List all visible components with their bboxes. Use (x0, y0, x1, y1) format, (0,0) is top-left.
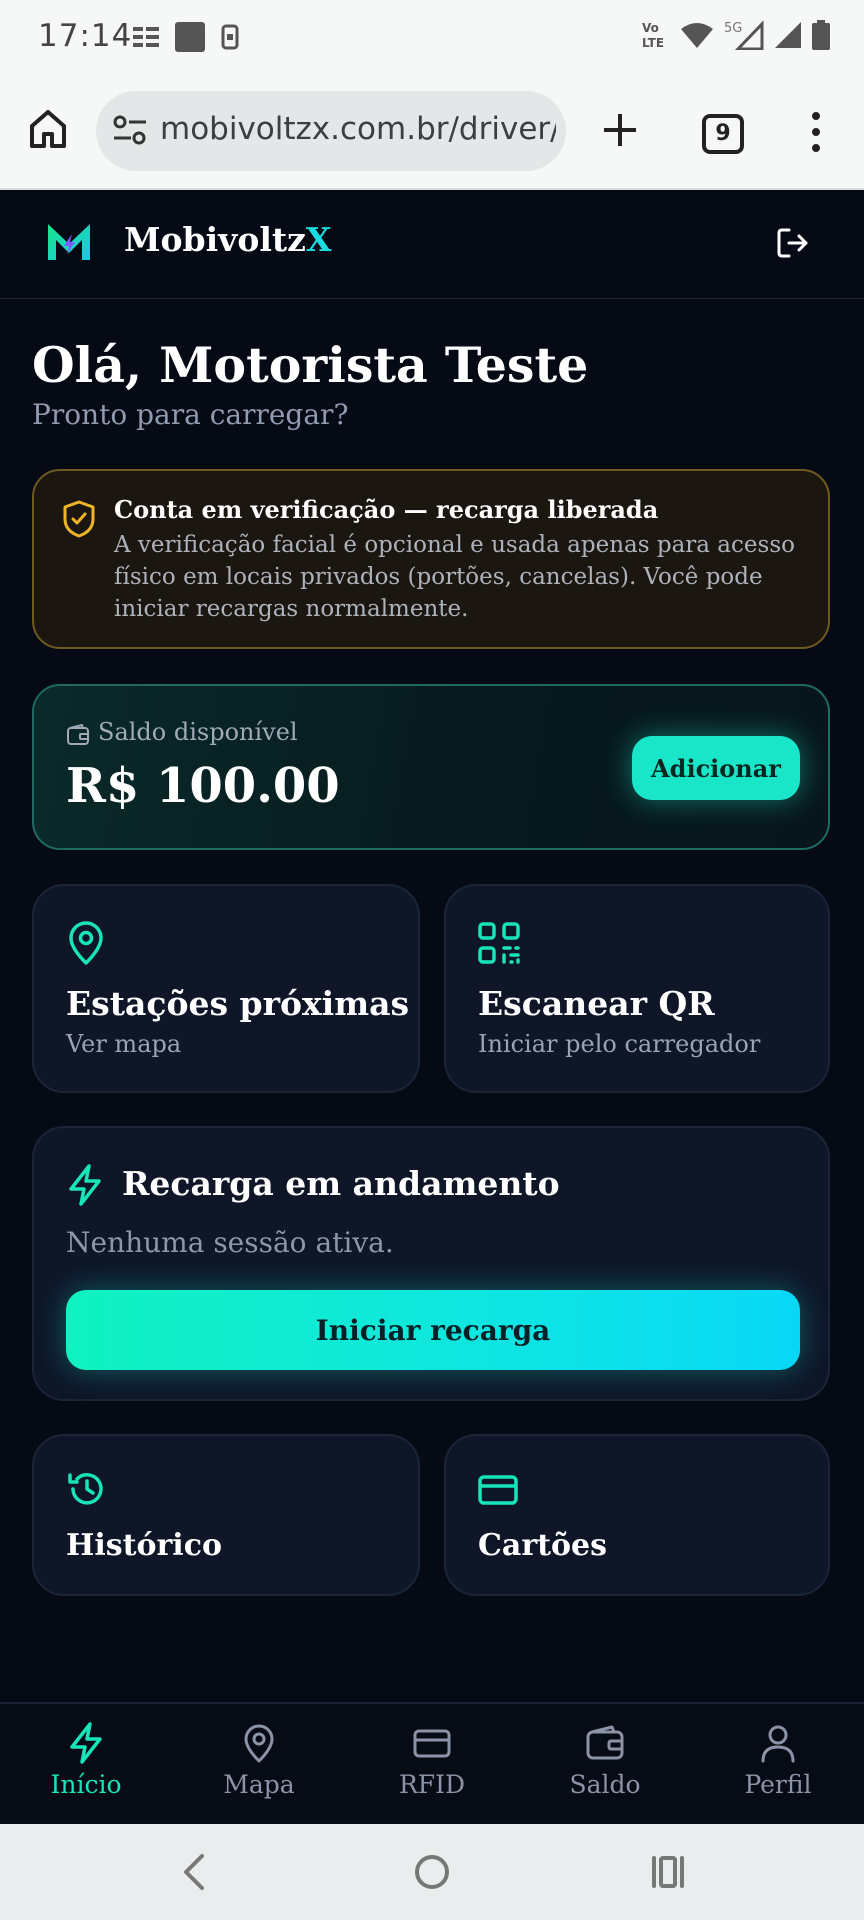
nav-label: Início (50, 1770, 122, 1799)
map-pin-icon (244, 1724, 274, 1763)
phone-device-icon (221, 24, 239, 50)
charging-empty-text: Nenhuma sessão ativa. (66, 1226, 394, 1259)
verification-title: Conta em verificação — recarga liberada (114, 495, 659, 524)
home-icon[interactable] (28, 108, 68, 150)
add-balance-button[interactable]: Adicionar (632, 736, 800, 800)
page-title: Olá, Motorista Teste (32, 336, 589, 394)
nav-label: Saldo (569, 1770, 641, 1799)
credit-card-icon (478, 1475, 518, 1505)
nav-mapa[interactable]: Mapa (189, 1722, 329, 1799)
scan-qr-subtitle: Iniciar pelo carregador (478, 1030, 761, 1058)
verification-notice: Conta em verificação — recarga liberada … (32, 469, 830, 649)
bolt-icon (70, 1722, 102, 1764)
nav-label: Perfil (744, 1770, 812, 1799)
url-text[interactable]: mobivoltzx.com.br/driver/dashboard (160, 111, 556, 147)
verification-text: A verificação facial é opcional e usada … (114, 532, 795, 622)
status-left-icons (133, 22, 239, 52)
image-thumb-icon (175, 22, 205, 52)
logout-icon[interactable] (776, 226, 810, 260)
shield-check-icon (63, 500, 95, 538)
new-tab-icon[interactable] (598, 108, 642, 152)
home-circle-icon[interactable] (412, 1852, 452, 1892)
user-icon (761, 1725, 795, 1763)
scan-qr-title: Escanear QR (478, 984, 715, 1023)
status-bar: 17:14 Vo LTE 5G (0, 0, 864, 74)
nav-saldo[interactable]: Saldo (535, 1722, 675, 1799)
svg-text:5G: 5G (724, 21, 742, 36)
nav-perfil[interactable]: Perfil (708, 1722, 848, 1799)
app-header: MobivoltzX (0, 190, 864, 299)
start-charging-button[interactable]: Iniciar recarga (66, 1290, 800, 1370)
browser-toolbar: mobivoltzx.com.br/driver/dashboard 9 (0, 74, 864, 190)
bolt-icon (69, 1164, 101, 1206)
signal-icon (775, 22, 801, 48)
address-bar[interactable]: mobivoltzx.com.br/driver/dashboard (96, 91, 566, 171)
notification-list-icon (133, 27, 159, 47)
charging-session-card: Recarga em andamento Nenhuma sessão ativ… (32, 1126, 830, 1401)
recents-icon[interactable] (650, 1852, 686, 1892)
volte-icon: Vo LTE (642, 21, 664, 50)
wifi-icon (681, 23, 713, 48)
history-title: Histórico (66, 1528, 222, 1563)
history-icon (68, 1473, 103, 1505)
site-settings-icon[interactable] (112, 113, 148, 147)
nearby-stations-title: Estações próximas (66, 984, 410, 1023)
balance-value: R$ 100.00 (66, 758, 340, 814)
status-right-icons: Vo LTE 5G (640, 20, 830, 50)
mobivoltz-logo-icon[interactable] (44, 220, 94, 264)
scan-qr-card[interactable]: Escanear QR Iniciar pelo carregador (444, 884, 830, 1093)
tab-switcher-button[interactable]: 9 (702, 114, 744, 154)
nearby-stations-card[interactable]: Estações próximas Ver mapa (32, 884, 420, 1093)
nav-label: Mapa (223, 1770, 295, 1799)
wallet-icon (67, 724, 89, 745)
page-subtitle: Pronto para carregar? (32, 398, 349, 431)
history-card[interactable]: Histórico (32, 1434, 420, 1596)
more-menu-icon[interactable] (808, 110, 824, 154)
svg-text:LTE: LTE (642, 36, 664, 50)
cards-card[interactable]: Cartões (444, 1434, 830, 1596)
wallet-icon (586, 1725, 624, 1760)
brand-name: MobivoltzX (124, 220, 332, 259)
card-icon (413, 1729, 451, 1758)
balance-label: Saldo disponível (98, 718, 298, 746)
svg-text:Vo: Vo (642, 21, 659, 35)
map-pin-icon (69, 921, 103, 965)
battery-icon (812, 20, 830, 50)
back-icon[interactable] (180, 1852, 208, 1892)
balance-card: Saldo disponível R$ 100.00 Adicionar (32, 684, 830, 850)
5g-signal-icon: 5G (724, 20, 764, 50)
bottom-navigation: Início Mapa RFID Saldo Perfil (0, 1702, 864, 1826)
charging-title: Recarga em andamento (122, 1164, 560, 1203)
nav-inicio[interactable]: Início (16, 1722, 156, 1799)
system-navigation-bar (0, 1824, 864, 1920)
qr-code-icon (478, 922, 520, 964)
cards-title: Cartões (478, 1528, 607, 1563)
nav-rfid[interactable]: RFID (362, 1722, 502, 1799)
nearby-stations-subtitle: Ver mapa (66, 1030, 182, 1058)
status-time: 17:14 (38, 18, 133, 54)
nav-label: RFID (398, 1770, 466, 1799)
